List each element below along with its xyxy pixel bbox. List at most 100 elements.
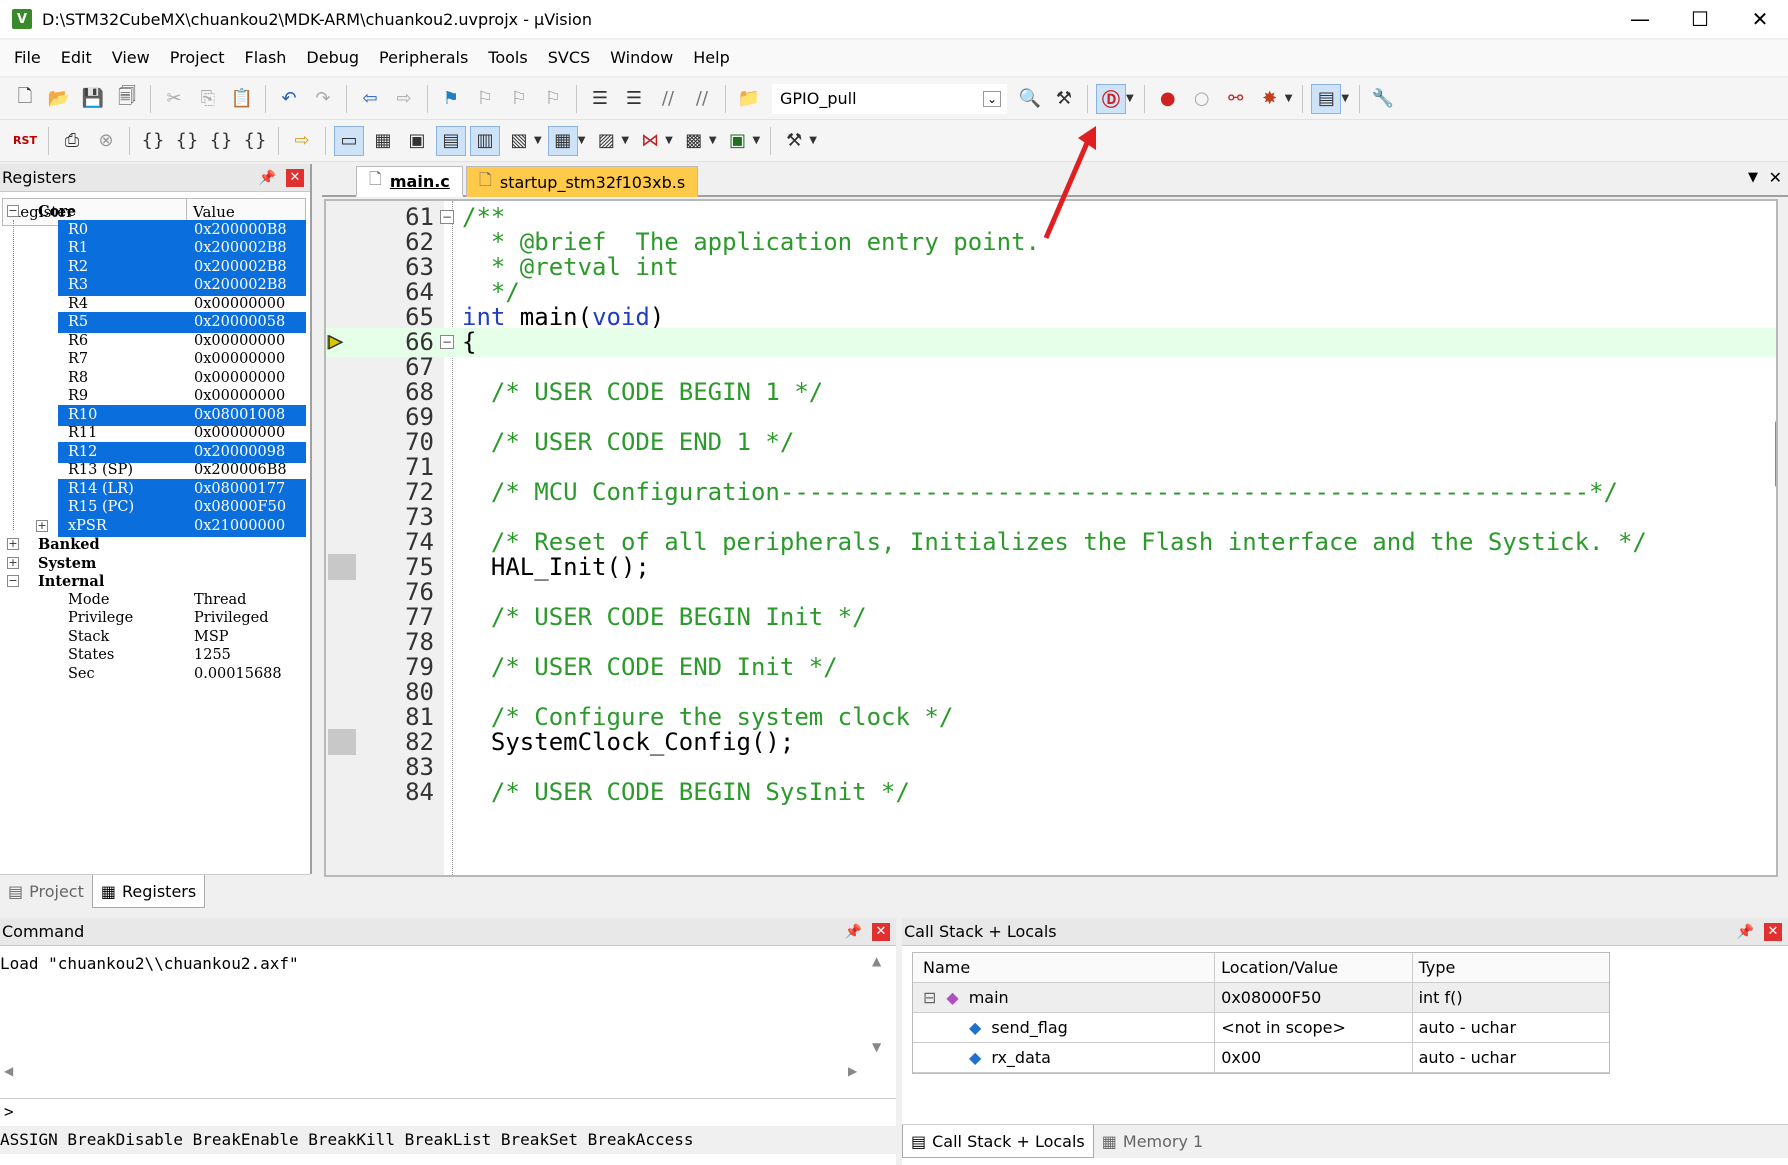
close-icon[interactable]: ✕ <box>286 168 304 187</box>
target-select[interactable]: GPIO_pull ⌄ <box>772 83 1007 114</box>
indent-icon[interactable]: ☰ <box>585 84 615 114</box>
find-in-files-icon[interactable]: 📁 <box>734 84 764 114</box>
call-stack-tab[interactable]: ▤ Call Stack + Locals <box>902 1125 1094 1158</box>
find-icon[interactable]: 🔍 <box>1015 84 1045 114</box>
call-stack-row[interactable]: ⊟ ◆ main 0x08000F50 int f() <box>913 983 1609 1013</box>
location-column-header[interactable]: Location/Value <box>1214 953 1411 982</box>
undo-icon[interactable]: ↶ <box>274 84 304 114</box>
menu-view[interactable]: View <box>102 40 160 76</box>
scroll-down-icon[interactable]: ▼ <box>872 1040 881 1054</box>
expand-toggle-icon[interactable]: + <box>7 556 19 569</box>
call-stack-row[interactable]: ◆ rx_data 0x00 auto - uchar <box>913 1043 1609 1073</box>
save-all-icon[interactable]: 🗐 <box>112 84 142 114</box>
disable-breakpoint-icon[interactable]: ○ <box>1187 84 1217 114</box>
disassembly-window-icon[interactable]: ▦ <box>368 126 398 156</box>
close-window-button[interactable]: ✕ <box>1730 0 1788 38</box>
registers-window-icon[interactable]: ▤ <box>436 125 466 156</box>
fold-toggle-icon[interactable]: − <box>440 335 454 349</box>
expand-toggle-icon[interactable]: + <box>36 519 48 532</box>
cut-icon[interactable]: ✂ <box>159 84 189 114</box>
pin-icon[interactable]: 📌 <box>845 924 862 940</box>
open-file-icon[interactable]: 📂 <box>44 84 74 114</box>
menu-peripherals[interactable]: Peripherals <box>369 40 478 76</box>
menu-debug[interactable]: Debug <box>296 40 369 76</box>
copy-icon[interactable]: ⎘ <box>193 84 223 114</box>
menu-project[interactable]: Project <box>160 40 235 76</box>
menu-tools[interactable]: Tools <box>478 40 537 76</box>
memory-tab[interactable]: ▦ Memory 1 <box>1094 1125 1211 1158</box>
memory-window-icon[interactable]: ▦ <box>547 125 578 156</box>
type-column-header[interactable]: Type <box>1411 953 1609 982</box>
reset-icon[interactable]: RST <box>10 126 40 156</box>
tab-main-c[interactable]: 🗋 main.c <box>356 166 463 197</box>
vertical-scrollbar-thumb[interactable] <box>1775 421 1776 487</box>
window-layout-icon[interactable]: ▤ <box>1311 83 1342 114</box>
expand-toggle-icon[interactable]: + <box>7 538 19 550</box>
redo-icon[interactable]: ↷ <box>308 84 338 114</box>
show-next-statement-icon[interactable]: ⇨ <box>287 126 317 156</box>
pin-icon[interactable]: 📌 <box>1737 924 1754 940</box>
run-icon[interactable]: ⎙ <box>57 126 87 156</box>
chevron-down-icon[interactable]: ▼ <box>578 135 586 146</box>
expand-toggle-icon[interactable]: − <box>7 205 19 217</box>
step-over-icon[interactable]: {} <box>172 126 202 156</box>
configure-icon[interactable]: 🔧 <box>1368 84 1398 114</box>
scroll-left-icon[interactable]: ◀ <box>4 1064 13 1078</box>
chevron-down-icon[interactable]: ▼ <box>534 135 542 146</box>
disable-all-breakpoints-icon[interactable]: ⚯ <box>1221 84 1251 114</box>
command-input[interactable]: > <box>0 1098 896 1126</box>
stop-icon[interactable]: ⊗ <box>91 126 121 156</box>
uncomment-icon[interactable]: // <box>687 84 717 114</box>
menu-file[interactable]: File <box>4 40 51 76</box>
scroll-right-icon[interactable]: ▶ <box>848 1064 857 1078</box>
chevron-down-icon[interactable]: ▼ <box>809 135 817 146</box>
menu-svcs[interactable]: SVCS <box>538 40 600 76</box>
scroll-up-icon[interactable]: ▲ <box>872 954 881 968</box>
debug-session-icon[interactable]: Ⓓ <box>1096 83 1126 114</box>
prev-bookmark-icon[interactable]: ⚐ <box>470 84 500 114</box>
trace-window-icon[interactable]: ▩ <box>679 126 709 156</box>
unindent-icon[interactable]: ☰ <box>619 84 649 114</box>
menu-edit[interactable]: Edit <box>51 40 102 76</box>
chevron-down-icon[interactable]: ⌄ <box>982 90 1001 107</box>
menu-flash[interactable]: Flash <box>234 40 296 76</box>
chevron-down-icon[interactable]: ▼ <box>621 135 629 146</box>
comment-icon[interactable]: // <box>653 84 683 114</box>
watch-window-icon[interactable]: ▧ <box>504 126 534 156</box>
project-tab[interactable]: ▤ Project <box>0 875 92 908</box>
code-editor[interactable]: 61−/** 62 * @brief The application entry … <box>324 199 1778 877</box>
navigate-back-icon[interactable]: ⇦ <box>355 84 385 114</box>
kill-all-breakpoints-icon[interactable]: ✸ <box>1255 84 1285 114</box>
close-icon[interactable]: ✕ <box>1764 922 1782 941</box>
command-window-icon[interactable]: ▭ <box>334 125 364 156</box>
breakpoint-slot[interactable] <box>328 554 356 580</box>
expand-toggle-icon[interactable]: − <box>7 575 19 587</box>
chevron-down-icon[interactable]: ▼ <box>665 135 673 146</box>
chevron-down-icon[interactable]: ▼ <box>1126 93 1134 104</box>
chevron-down-icon[interactable]: ▼ <box>1285 93 1293 104</box>
close-icon[interactable]: ✕ <box>872 922 890 941</box>
pin-icon[interactable]: 📌 <box>259 170 276 186</box>
next-bookmark-icon[interactable]: ⚐ <box>504 84 534 114</box>
call-stack-row[interactable]: ◆ send_flag <not in scope> auto - uchar <box>913 1013 1609 1043</box>
name-column-header[interactable]: Name <box>913 958 1214 977</box>
breakpoint-icon[interactable]: ● <box>1153 84 1183 114</box>
call-stack-window-icon[interactable]: ▥ <box>470 125 500 156</box>
save-icon[interactable]: 💾 <box>78 84 108 114</box>
toolbox-icon[interactable]: ⚒ <box>779 126 809 156</box>
serial-window-icon[interactable]: ▨ <box>591 126 621 156</box>
paste-icon[interactable]: 📋 <box>227 84 257 114</box>
menu-window[interactable]: Window <box>600 40 683 76</box>
registers-tab[interactable]: ▦ Registers <box>91 875 206 908</box>
new-file-icon[interactable]: 🗋 <box>10 84 40 114</box>
tab-startup[interactable]: 🗋 startup_stm32f103xb.s <box>466 166 699 197</box>
step-into-icon[interactable]: {} <box>138 126 168 156</box>
breakpoint-slot[interactable] <box>328 729 356 755</box>
menu-help[interactable]: Help <box>683 40 739 76</box>
fold-toggle-icon[interactable]: − <box>440 210 454 224</box>
analysis-window-icon[interactable]: ⋈ <box>635 126 665 156</box>
maximize-button[interactable]: ☐ <box>1670 0 1730 38</box>
step-out-icon[interactable]: {} <box>206 126 236 156</box>
bookmark-icon[interactable]: ⚑ <box>436 84 466 114</box>
navigate-forward-icon[interactable]: ⇨ <box>389 84 419 114</box>
